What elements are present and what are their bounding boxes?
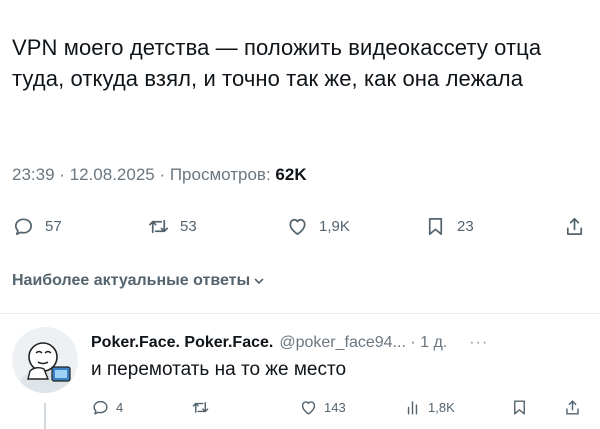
- reply-button[interactable]: 57: [12, 212, 62, 240]
- reply-share-button[interactable]: [563, 395, 582, 419]
- replies-sort-label: Наиболее актуальные ответы: [12, 272, 251, 289]
- retweet-icon: [149, 219, 168, 233]
- comment-icon: [14, 217, 33, 235]
- reply-author-name[interactable]: Poker.Face. Poker.Face.: [91, 334, 273, 352]
- analytics-icon: [407, 400, 418, 415]
- reply-bookmark-button[interactable]: [510, 395, 529, 419]
- reply-retweet-button[interactable]: [191, 395, 210, 419]
- chevron-down-icon: [254, 278, 264, 285]
- avatar-illustration: [12, 327, 78, 393]
- tweet-timestamp[interactable]: 23:39 · 12.08.2025 · Просмотров:: [12, 165, 271, 184]
- avatar[interactable]: [12, 327, 78, 393]
- reply-actions-bar: 4 143 1,8K: [91, 395, 591, 419]
- replies-sort-dropdown[interactable]: Наиболее актуальные ответы: [12, 272, 265, 290]
- reply-handle-time[interactable]: @poker_face94... · 1 д.: [279, 334, 447, 352]
- reply-text: и перемотать на то же место: [91, 359, 347, 380]
- tweet-meta: 23:39 · 12.08.2025 · Просмотров: 62K: [12, 165, 307, 185]
- thread-line: [44, 403, 46, 429]
- tweet-text: VPN моего детства — положить видеокассет…: [12, 35, 542, 91]
- heart-icon: [289, 218, 306, 235]
- reply-reply-count: 4: [116, 399, 124, 415]
- retweet-count: 53: [180, 217, 197, 235]
- like-count: 1,9K: [319, 217, 350, 235]
- share-icon: [566, 217, 583, 235]
- like-button[interactable]: 1,9K: [286, 212, 350, 240]
- reply-reply-button[interactable]: 4: [91, 395, 123, 419]
- reply-count: 57: [45, 217, 62, 235]
- tweet-actions-bar: 57 53 1,9K 23: [12, 212, 588, 240]
- bookmark-button[interactable]: 23: [424, 212, 474, 240]
- reply-views-button[interactable]: 1,8K: [403, 395, 455, 419]
- heart-icon: [301, 400, 316, 415]
- reply-header: Poker.Face. Poker.Face. @poker_face94...…: [91, 334, 488, 352]
- reply-views-count: 1,8K: [428, 399, 455, 415]
- more-options-icon[interactable]: ···: [469, 334, 488, 352]
- bookmark-icon: [428, 217, 443, 235]
- reply-like-button[interactable]: 143: [299, 395, 346, 419]
- retweet-icon: [192, 401, 209, 413]
- bookmark-icon: [514, 399, 525, 415]
- share-icon: [566, 399, 579, 415]
- tweet-views-count: 62K: [275, 165, 307, 184]
- reply-like-count: 143: [324, 399, 346, 415]
- share-button[interactable]: [563, 212, 586, 240]
- comment-icon: [93, 400, 108, 415]
- divider: [0, 313, 600, 314]
- bookmark-count: 23: [457, 217, 474, 235]
- retweet-button[interactable]: 53: [147, 212, 197, 240]
